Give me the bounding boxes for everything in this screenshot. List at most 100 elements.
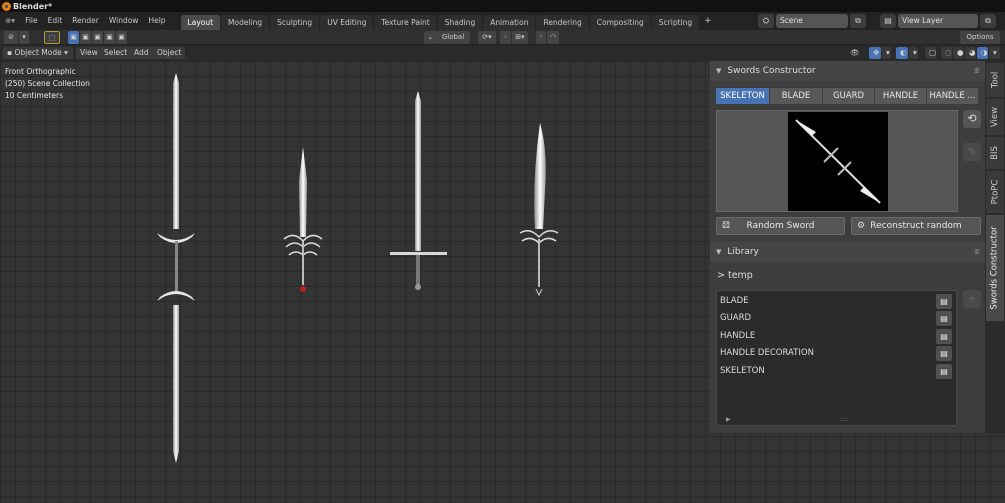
tab-blade[interactable]: BLADE bbox=[770, 88, 822, 104]
menu-help[interactable]: Help bbox=[143, 12, 170, 30]
add-workspace-icon[interactable]: + bbox=[700, 16, 716, 26]
viewport-menu-select[interactable]: Select bbox=[100, 47, 132, 59]
list-item[interactable]: HANDLE ▤ bbox=[720, 328, 954, 345]
tab-uv-editing[interactable]: UV Editing bbox=[320, 15, 374, 30]
view-layer-field[interactable]: View Layer bbox=[898, 14, 978, 28]
menu-file[interactable]: File bbox=[20, 12, 43, 30]
sidebar-panel: ▼ Swords Constructor ⁞⁞⁞⁞ SKELETON BLADE… bbox=[710, 61, 985, 433]
select-mode-new-icon[interactable]: ▣ bbox=[68, 31, 79, 44]
shading-dropdown-icon[interactable]: ▾ bbox=[989, 47, 1000, 59]
tab-compositing[interactable]: Compositing bbox=[589, 15, 651, 30]
sidebar-tabs: Tool View BIS PtoPC Swords Constructor bbox=[985, 61, 1005, 433]
xray-toggle-icon[interactable]: ▢ bbox=[925, 47, 936, 59]
scene-field[interactable]: Scene bbox=[776, 14, 848, 28]
list-item[interactable]: GUARD ▤ bbox=[720, 310, 954, 327]
tab-texture-paint[interactable]: Texture Paint bbox=[374, 15, 437, 30]
tab-scripting[interactable]: Scripting bbox=[651, 15, 700, 30]
pivot-point-icon[interactable]: ⟳▾ bbox=[478, 31, 496, 44]
tab-layout[interactable]: Layout bbox=[180, 15, 221, 30]
list-item[interactable]: BLADE ▤ bbox=[720, 293, 954, 310]
tab-modeling[interactable]: Modeling bbox=[221, 15, 270, 30]
sword-models[interactable] bbox=[0, 61, 710, 503]
drag-grip-icon[interactable]: ⁞⁞⁞⁞ bbox=[974, 67, 980, 75]
tool-settings-dropdown-icon[interactable]: ▾ bbox=[19, 31, 29, 44]
list-resize-grip-icon[interactable]: :::: bbox=[840, 416, 848, 423]
menu-render[interactable]: Render bbox=[67, 12, 104, 30]
select-mode-intersect-icon[interactable]: ▣ bbox=[116, 31, 127, 44]
select-tool-icon[interactable]: ⬚ bbox=[44, 31, 60, 44]
editor-type-icon[interactable]: ⊕▾ bbox=[0, 12, 20, 30]
list-expand-triangle-icon[interactable]: ▶ bbox=[726, 416, 731, 423]
snap-target-icon[interactable]: ⊞▾ bbox=[512, 31, 528, 44]
transform-orientation-dropdown[interactable]: Global bbox=[436, 31, 470, 44]
select-mode-extend-icon[interactable]: ▣ bbox=[80, 31, 91, 44]
list-item[interactable]: HANDLE DECORATION ▤ bbox=[720, 345, 954, 362]
sidebar-tab-tool-label: Tool bbox=[989, 71, 1000, 89]
proportional-edit-icon[interactable]: ◦ bbox=[536, 31, 546, 44]
shading-rendered-icon[interactable]: ◑ bbox=[977, 47, 988, 59]
sidebar-tab-view[interactable]: View bbox=[986, 99, 1004, 135]
view-layer-browser-icon[interactable]: ▤ bbox=[880, 14, 896, 28]
sidebar-tab-bis[interactable]: BIS bbox=[986, 137, 1004, 169]
tab-sculpting[interactable]: Sculpting bbox=[270, 15, 320, 30]
collapse-triangle-icon[interactable]: ▼ bbox=[716, 248, 721, 256]
select-mode-invert-icon[interactable]: ▣ bbox=[104, 31, 115, 44]
collapse-triangle-icon[interactable]: ▼ bbox=[716, 67, 721, 75]
random-sword-button[interactable]: ⚄ Random Sword bbox=[716, 217, 845, 235]
sidebar-tab-ptopc[interactable]: PtoPC bbox=[986, 171, 1004, 213]
viewport-menu-object[interactable]: Object bbox=[153, 47, 186, 59]
gizmo-dropdown-icon[interactable]: ▾ bbox=[882, 47, 891, 59]
visibility-icon[interactable]: 👁 bbox=[846, 47, 860, 59]
gizmo-toggle-icon[interactable]: ✥ bbox=[869, 47, 881, 59]
tool-settings-icon[interactable]: ⊘ bbox=[4, 31, 18, 44]
sword-model-1[interactable] bbox=[157, 73, 195, 463]
menu-window[interactable]: Window bbox=[104, 12, 144, 30]
tab-handle-decoration[interactable]: HANDLE ... bbox=[927, 88, 978, 104]
new-view-layer-icon[interactable]: ⧉ bbox=[980, 14, 996, 28]
swords-panel-header[interactable]: ▼ Swords Constructor ⁞⁞⁞⁞ bbox=[710, 61, 985, 81]
shading-wireframe-icon[interactable]: ◌ bbox=[941, 47, 952, 59]
overlay-dropdown-icon[interactable]: ▾ bbox=[909, 47, 918, 59]
snap-icon[interactable]: ⁘ bbox=[500, 31, 511, 44]
refresh-icon[interactable]: ⟲ bbox=[963, 110, 981, 128]
mode-selector[interactable]: ▪ Object Mode ▾ bbox=[3, 47, 73, 59]
sidebar-tab-tool[interactable]: Tool bbox=[986, 63, 1004, 97]
tab-handle[interactable]: HANDLE bbox=[875, 88, 926, 104]
tab-animation[interactable]: Animation bbox=[483, 15, 536, 30]
proportional-falloff-icon[interactable]: ◠ bbox=[547, 31, 559, 44]
scene-browser-icon[interactable]: ⛭ bbox=[758, 14, 774, 28]
tab-rendering[interactable]: Rendering bbox=[536, 15, 589, 30]
sidebar-tab-swords-constructor[interactable]: Swords Constructor bbox=[986, 215, 1004, 321]
list-item[interactable]: SKELETON ▤ bbox=[720, 363, 954, 380]
library-panel-header[interactable]: ▼ Library ⁞⁞⁞⁞ bbox=[710, 242, 985, 262]
tab-shading[interactable]: Shading bbox=[437, 15, 483, 30]
load-item-icon[interactable]: ▤ bbox=[936, 311, 952, 326]
sword-model-4[interactable] bbox=[519, 123, 559, 297]
tab-skeleton[interactable]: SKELETON bbox=[716, 88, 769, 104]
new-scene-icon[interactable]: ⧉ bbox=[850, 14, 866, 28]
shading-material-icon[interactable]: ◕ bbox=[965, 47, 976, 59]
load-item-icon[interactable]: ▤ bbox=[936, 294, 952, 309]
overlay-toggle-icon[interactable]: ◐ bbox=[896, 47, 908, 59]
options-button[interactable]: Options bbox=[960, 31, 1000, 44]
load-item-icon[interactable]: ▤ bbox=[936, 329, 952, 344]
reconstruct-random-button[interactable]: ⚙ Reconstruct random bbox=[851, 217, 981, 235]
menu-edit[interactable]: Edit bbox=[43, 12, 68, 30]
preview-sword-graphic bbox=[795, 119, 881, 204]
orientation-icon[interactable]: ⟓ bbox=[424, 31, 436, 44]
sword-model-2[interactable] bbox=[283, 147, 323, 292]
select-mode-subtract-icon[interactable]: ▣ bbox=[92, 31, 103, 44]
load-item-icon[interactable]: ▤ bbox=[936, 364, 952, 379]
library-path[interactable]: > temp bbox=[717, 270, 753, 281]
library-list[interactable]: BLADE ▤ GUARD ▤ HANDLE ▤ HANDLE DECORATI… bbox=[716, 290, 957, 426]
sword-model-3[interactable] bbox=[390, 91, 447, 290]
viewport-menu-view[interactable]: View bbox=[76, 47, 102, 59]
shading-solid-icon[interactable]: ● bbox=[953, 47, 964, 59]
tab-guard[interactable]: GUARD bbox=[823, 88, 874, 104]
load-item-icon[interactable]: ▤ bbox=[936, 346, 952, 361]
library-item-label: GUARD bbox=[720, 313, 752, 323]
drag-grip-icon[interactable]: ⁞⁞⁞⁞ bbox=[974, 248, 980, 256]
tool-header: ⊘ ▾ ⬚ ▣ ▣ ▣ ▣ ▣ ⟓ Global ⟳▾ ⁘ ⊞▾ ◦ ◠ Opt… bbox=[0, 30, 1005, 45]
random-sword-label: Random Sword bbox=[746, 221, 815, 231]
viewport-menu-add[interactable]: Add bbox=[130, 47, 153, 59]
